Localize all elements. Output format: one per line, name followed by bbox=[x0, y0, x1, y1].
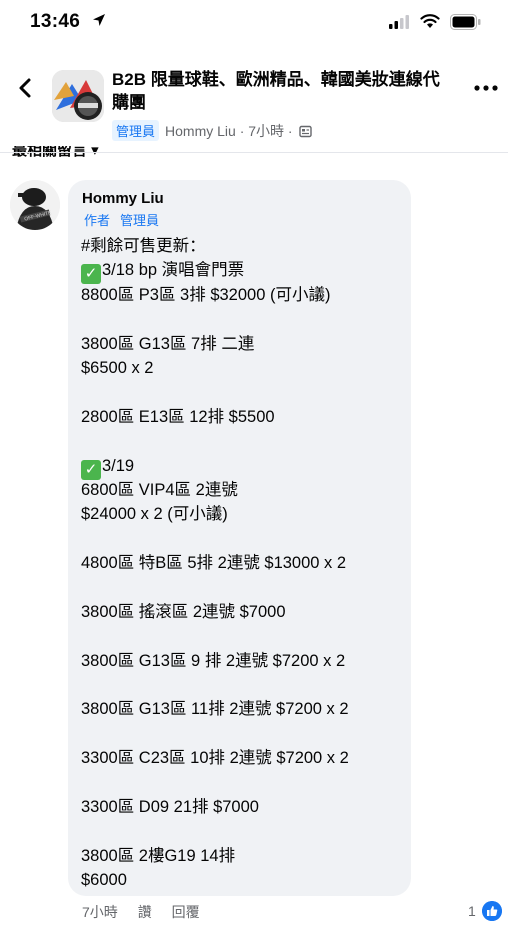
check-mark-icon: ✓ bbox=[81, 459, 101, 480]
comment-bubble: Hommy Liu 作者 管理員 #剩餘可售更新： ✓ 3/18 bp 演唱會門票 88… bbox=[68, 180, 411, 896]
comment-line: 2800區 E13區 12排 $5500 bbox=[81, 405, 406, 429]
comment-line: 3800區 G13區 7排 二連 bbox=[81, 332, 406, 356]
comment-actions: 7小時 讚 回覆 bbox=[82, 902, 216, 922]
audience-icon bbox=[299, 125, 313, 138]
group-header: B2B 限量球鞋、歐洲精品、韓國美妝連線代購團 管理員 Hommy Liu · 7… bbox=[0, 58, 508, 150]
comment-line: 3800區 2樓G19 14排 bbox=[81, 844, 406, 868]
author-badge: 作者 bbox=[84, 213, 111, 228]
chevron-left-icon[interactable] bbox=[14, 77, 36, 99]
comment-line-text: 4800區 特B區 5排 2連號 $13000 x 2 bbox=[81, 554, 347, 573]
location-arrow-icon bbox=[93, 14, 105, 26]
like-button[interactable]: 讚 bbox=[138, 904, 152, 920]
comment-line bbox=[81, 722, 406, 746]
status-bar: 13:46 bbox=[0, 0, 508, 46]
cellular-signal-icon bbox=[389, 15, 409, 29]
comment-line bbox=[81, 429, 406, 453]
comment-line-text: 3300區 C23區 10排 2連號 $7200 x 2 bbox=[81, 749, 349, 768]
comment-line: 3300區 C23區 10排 2連號 $7200 x 2 bbox=[81, 746, 406, 770]
comment-line: #剩餘可售更新： bbox=[81, 234, 406, 258]
comment-line-text: 3800區 G13區 9 排 2連號 $7200 x 2 bbox=[81, 651, 346, 670]
comment-text: #剩餘可售更新： ✓ 3/18 bp 演唱會門票 8800區 P3區 3排 $3200… bbox=[81, 234, 406, 893]
comment-line-text: 2800區 E13區 12排 $5500 bbox=[81, 407, 275, 426]
comment-line-text: $6500 x 2 bbox=[81, 358, 154, 377]
comment-line: 3800區 G13區 9 排 2連號 $7200 x 2 bbox=[81, 649, 406, 673]
author-badges: 作者 管理員 bbox=[84, 210, 169, 229]
comment-line-text: #剩餘可售更新： bbox=[81, 237, 206, 255]
comment-line: 3800區 G13區 11排 2連號 $7200 x 2 bbox=[81, 697, 406, 721]
comment-line bbox=[81, 819, 406, 843]
post-author-meta: Hommy Liu · 7小時 · bbox=[165, 123, 293, 139]
comment-line-text: 3800區 搖滾區 2連號 $7000 bbox=[81, 602, 286, 621]
comment-line-text: 3800區 2樓G19 14排 bbox=[81, 846, 236, 865]
admin-badge: 管理員 bbox=[120, 213, 160, 228]
comment-line bbox=[81, 673, 406, 697]
like-thumb-icon[interactable] bbox=[482, 901, 502, 921]
comment-line-text: 3800區 G13區 11排 2連號 $7200 x 2 bbox=[81, 700, 349, 719]
comment-line: 6800區 VIP4區 2連號 bbox=[81, 478, 406, 502]
comment-line: 4800區 特B區 5排 2連號 $13000 x 2 bbox=[81, 551, 406, 575]
divider bbox=[0, 152, 508, 153]
comment-line-text: $6000 bbox=[81, 871, 127, 890]
group-avatar[interactable] bbox=[52, 70, 104, 122]
comment-line-text: 3/19 bbox=[102, 456, 135, 475]
comment-line: 8800區 P3區 3排 $32000 (可小議) bbox=[81, 283, 406, 307]
comment-line-text: $24000 x 2 (可小議) bbox=[81, 505, 228, 524]
comment-author[interactable]: Hommy Liu bbox=[82, 190, 164, 207]
like-count: 1 bbox=[468, 903, 476, 919]
comment-line bbox=[81, 380, 406, 404]
comment-line: 3300區 D09 21排 $7000 bbox=[81, 795, 406, 819]
comment-line: ✓ 3/19 bbox=[81, 454, 406, 480]
status-time: 13:46 bbox=[30, 11, 81, 32]
group-title[interactable]: B2B 限量球鞋、歐洲精品、韓國美妝連線代購團 bbox=[112, 68, 442, 114]
post-meta: 管理員 Hommy Liu · 7小時 · bbox=[112, 120, 313, 141]
comment-line: $6500 x 2 bbox=[81, 356, 406, 380]
more-dots-icon[interactable] bbox=[474, 84, 498, 92]
comment-line-text: 3300區 D09 21排 $7000 bbox=[81, 797, 259, 816]
battery-icon bbox=[450, 14, 481, 30]
comment-line bbox=[81, 527, 406, 551]
wifi-icon bbox=[420, 14, 440, 28]
comment-line-text: 3800區 G13區 7排 二連 bbox=[81, 334, 255, 353]
comment-line bbox=[81, 771, 406, 795]
reply-button[interactable]: 回覆 bbox=[172, 904, 200, 920]
comment-line-text: 3/18 bp 演唱會門票 bbox=[102, 261, 245, 280]
comment-line: $6000 bbox=[81, 868, 406, 892]
comment-time: 7小時 bbox=[82, 904, 118, 920]
comment-line bbox=[81, 307, 406, 331]
admin-badge: 管理員 bbox=[112, 120, 160, 141]
comment-line: 3800區 搖滾區 2連號 $7000 bbox=[81, 600, 406, 624]
comment-line: $24000 x 2 (可小議) bbox=[81, 502, 406, 526]
comment-line-text: 8800區 P3區 3排 $32000 (可小議) bbox=[81, 285, 331, 304]
comment-line-text: 6800區 VIP4區 2連號 bbox=[81, 480, 238, 499]
comment-line: ✓ 3/18 bp 演唱會門票 bbox=[81, 258, 406, 285]
comment-line bbox=[81, 624, 406, 648]
avatar[interactable]: OFF-WHITE bbox=[10, 180, 60, 230]
comment-line bbox=[81, 575, 406, 599]
check-mark-icon: ✓ bbox=[81, 264, 101, 285]
